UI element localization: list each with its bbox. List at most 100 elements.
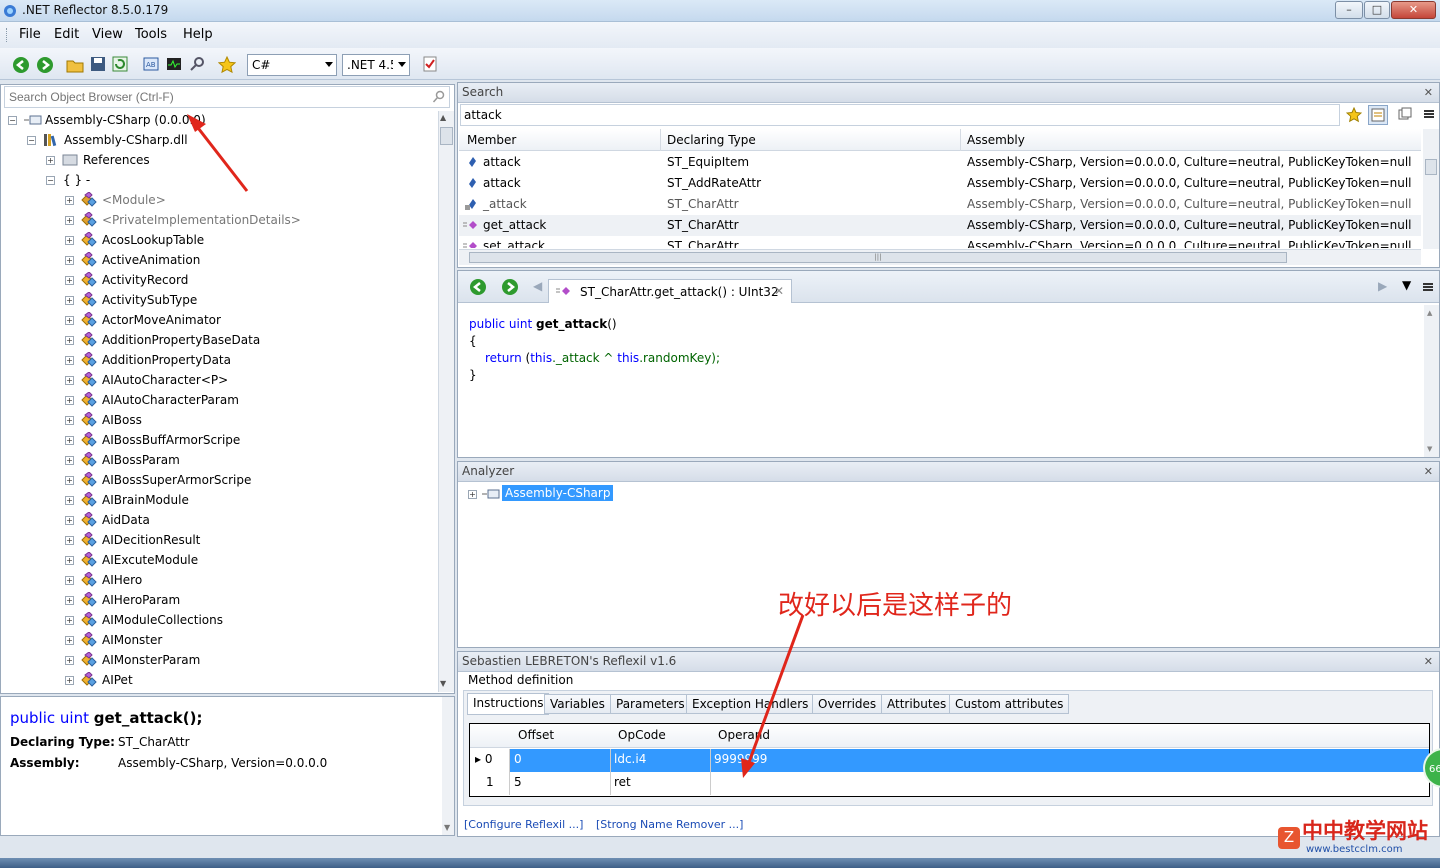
close-icon[interactable]: ✕	[1424, 655, 1433, 668]
search-icon[interactable]	[432, 90, 446, 104]
expand-icon[interactable]: +	[65, 516, 74, 525]
menu-file[interactable]: File	[19, 27, 41, 42]
scroll-thumb[interactable]	[440, 127, 453, 145]
cell-opcode[interactable]: ldc.i4	[614, 752, 646, 766]
instruction-row-selected[interactable]: ▸ 0 0 ldc.i4 9999999	[470, 749, 1429, 772]
row-index[interactable]: 1	[470, 772, 510, 795]
tab-scroll-left-icon[interactable]: ◀	[533, 279, 542, 293]
expand-icon[interactable]: +	[65, 216, 74, 225]
code-scrollbar[interactable]: ▲ ▼	[1424, 305, 1439, 457]
tab-parameters[interactable]: Parameters	[610, 694, 691, 714]
search-results-hscrollbar[interactable]: |||	[459, 249, 1421, 265]
expand-icon[interactable]: +	[65, 496, 74, 505]
search-query-input[interactable]	[460, 104, 1340, 126]
minimize-button[interactable]: –	[1335, 1, 1363, 19]
close-icon[interactable]: ✕	[1424, 86, 1433, 99]
expand-icon[interactable]: +	[65, 336, 74, 345]
scroll-down-icon[interactable]: ▼	[440, 679, 446, 688]
bookmark-star-icon[interactable]	[218, 56, 236, 74]
close-tab-icon[interactable]: ✕	[774, 284, 784, 298]
expand-icon[interactable]: +	[65, 316, 74, 325]
tab-variables[interactable]: Variables	[544, 694, 611, 714]
menu-tools[interactable]: Tools	[135, 27, 167, 42]
expand-icon[interactable]: +	[65, 536, 74, 545]
search-type-button[interactable]	[1368, 105, 1388, 125]
info-scrollbar[interactable]: ▼	[442, 697, 454, 835]
search-member-icon[interactable]	[1398, 107, 1412, 121]
expand-icon[interactable]: +	[65, 456, 74, 465]
save-icon[interactable]	[90, 56, 106, 72]
menu-help[interactable]: Help	[183, 27, 213, 42]
analyzer-icon[interactable]	[166, 56, 182, 72]
column-operand[interactable]: Operand	[718, 728, 770, 742]
collapse-icon[interactable]: −	[46, 176, 55, 185]
tab-instructions[interactable]: Instructions	[467, 693, 550, 715]
close-button[interactable]: ✕	[1391, 1, 1436, 19]
expand-icon[interactable]: +	[65, 376, 74, 385]
back-icon[interactable]	[469, 278, 487, 296]
search-result-row[interactable]: attack ST_EquipItem Assembly-CSharp, Versi…	[459, 152, 1421, 173]
disassembler-icon[interactable]: AB	[143, 56, 159, 72]
menu-lines-icon[interactable]	[1422, 281, 1434, 293]
expand-icon[interactable]: +	[46, 156, 55, 165]
tab-list-dropdown-icon[interactable]: ▼	[1402, 278, 1411, 292]
search-result-row[interactable]: attack ST_AddRateAttr Assembly-CSharp, Ver…	[459, 173, 1421, 194]
scroll-thumb[interactable]: |||	[469, 252, 1287, 263]
expand-icon[interactable]: +	[65, 576, 74, 585]
tab-attributes[interactable]: Attributes	[881, 694, 953, 714]
search-result-row[interactable]: get_attack ST_CharAttr Assembly-CSharp, Ve…	[459, 215, 1421, 236]
expand-icon[interactable]: +	[65, 416, 74, 425]
tab-custom-attributes[interactable]: Custom attributes	[949, 694, 1070, 714]
declaring-type-value[interactable]: ST_CharAttr	[118, 735, 190, 749]
search-results-scrollbar[interactable]	[1423, 129, 1439, 249]
code-view[interactable]: public uint get_attack() { return (this.…	[459, 305, 1423, 457]
object-browser-search-input[interactable]	[4, 86, 450, 108]
search-result-row[interactable]: set_attack ST_CharAttr Assembly-CSharp, Ve…	[459, 236, 1421, 248]
search-icon[interactable]	[189, 56, 205, 72]
wildcard-star-icon[interactable]	[1346, 107, 1362, 123]
scroll-up-icon[interactable]: ▲	[1427, 309, 1432, 317]
framework-select[interactable]: .NET 4.5	[342, 54, 410, 76]
expand-icon[interactable]: +	[65, 476, 74, 485]
expand-icon[interactable]: +	[65, 196, 74, 205]
code-field-attack[interactable]: ._attack ^	[552, 351, 617, 365]
expand-icon[interactable]: +	[65, 236, 74, 245]
tab-exception-handlers[interactable]: Exception Handlers	[686, 694, 815, 714]
menu-lines-icon[interactable]	[1422, 107, 1436, 121]
menu-edit[interactable]: Edit	[54, 27, 79, 42]
expand-icon[interactable]: +	[468, 490, 477, 499]
maximize-button[interactable]: □	[1364, 1, 1390, 19]
column-member[interactable]: Member	[467, 133, 516, 147]
expand-icon[interactable]: +	[65, 356, 74, 365]
expand-icon[interactable]: +	[65, 296, 74, 305]
expand-icon[interactable]: +	[65, 656, 74, 665]
scroll-thumb[interactable]	[1425, 159, 1437, 175]
expand-icon[interactable]: +	[65, 256, 74, 265]
assembly-value[interactable]: Assembly-CSharp, Version=0.0.0.0	[118, 756, 327, 770]
cell-operand[interactable]: 9999999	[714, 752, 767, 766]
open-folder-icon[interactable]	[66, 56, 84, 74]
cell-offset[interactable]: 0	[514, 752, 522, 766]
expand-icon[interactable]: +	[65, 276, 74, 285]
code-field-randomkey[interactable]: .randomKey);	[639, 351, 720, 365]
tab-overrides[interactable]: Overrides	[812, 694, 883, 714]
tab-scroll-right-icon[interactable]: ▶	[1378, 279, 1387, 293]
scroll-down-icon[interactable]: ▼	[1427, 445, 1432, 453]
row-header[interactable]: ▸ 0	[470, 749, 510, 772]
expand-icon[interactable]: +	[65, 436, 74, 445]
expand-icon[interactable]: +	[65, 556, 74, 565]
forward-icon[interactable]	[501, 278, 519, 296]
collapse-icon[interactable]: −	[27, 136, 36, 145]
checklist-icon[interactable]	[422, 56, 438, 72]
cell-offset[interactable]: 5	[514, 775, 522, 789]
refresh-icon[interactable]	[112, 56, 128, 72]
menu-view[interactable]: View	[92, 27, 123, 42]
scroll-up-icon[interactable]: ▲	[440, 113, 446, 122]
expand-icon[interactable]: +	[65, 396, 74, 405]
expand-icon[interactable]: +	[65, 616, 74, 625]
object-tree-scrollbar[interactable]: ▲ ▼	[438, 111, 454, 692]
search-result-row[interactable]: _attack ST_CharAttr Assembly-CSharp, Versi…	[459, 194, 1421, 215]
language-select[interactable]: C#	[247, 54, 337, 76]
back-icon[interactable]	[12, 56, 30, 74]
code-method-name[interactable]: get_attack	[536, 317, 607, 331]
